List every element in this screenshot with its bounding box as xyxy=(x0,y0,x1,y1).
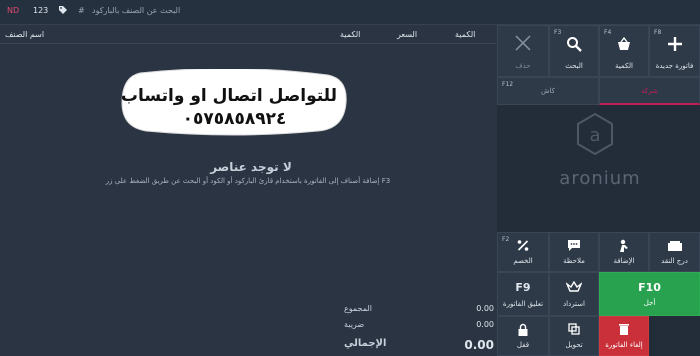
shortcut-key: F2 xyxy=(502,236,510,243)
tab-cash-label: كاش xyxy=(540,87,555,95)
search-button[interactable]: F3 البحث xyxy=(549,25,599,77)
search-icon xyxy=(567,37,582,52)
payment-label: أجل xyxy=(643,299,656,307)
svg-text:a: a xyxy=(589,125,600,146)
refund-label: استرداد xyxy=(563,300,585,308)
total-label: الإجمالي xyxy=(344,338,387,349)
shortcut-key: F8 xyxy=(654,29,662,36)
lock-label: قفل xyxy=(516,341,530,349)
comment-button[interactable]: ملاحظة xyxy=(549,232,599,272)
close-icon xyxy=(515,35,531,51)
top-bar: ND 123 # البحث عن الصنف بالباركود xyxy=(0,0,700,25)
tag-icon[interactable] xyxy=(58,5,68,15)
void-invoice-button[interactable]: إلغاء الفاتورة xyxy=(599,316,649,356)
column-price: السعر xyxy=(397,30,418,39)
contact-line: للتواصل اتصال او واتساب xyxy=(120,86,337,106)
new-invoice-label: فاتورة جديدة xyxy=(655,62,694,70)
cash-drawer-button[interactable]: درج النقد xyxy=(649,232,700,272)
column-quantity-2: الكمية xyxy=(455,30,476,39)
quantity-button[interactable]: F4 الكمية xyxy=(599,25,649,77)
comment-label: ملاحظة xyxy=(563,257,585,265)
trash-icon xyxy=(619,324,629,335)
comment-icon xyxy=(568,240,580,251)
cash-drawer-label: درج النقد xyxy=(661,257,688,265)
column-name: اسم الصنف xyxy=(5,30,45,39)
tax-value: 0.00 xyxy=(476,320,494,329)
subtotal-label: المجموع xyxy=(344,304,372,313)
totals-panel: المجموع 0.00 ضريبة 0.00 الإجمالي 0.00 xyxy=(330,300,496,356)
tab-company[interactable]: شركة xyxy=(599,77,700,105)
status-badge: ND xyxy=(7,6,20,15)
empty-title: لا توجد عناصر xyxy=(210,160,292,174)
hold-invoice-key: F9 xyxy=(515,281,531,294)
drawer-icon xyxy=(667,241,682,251)
logo-text: aronium xyxy=(559,168,641,189)
cart-header: اسم الصنف الكمية السعر الكمية xyxy=(0,25,496,44)
tab-company-label: شركة xyxy=(641,87,658,95)
basket-icon xyxy=(618,36,630,50)
payment-button[interactable]: F10 أجل xyxy=(599,272,700,316)
delete-label: حذف xyxy=(515,62,531,70)
percent-icon xyxy=(517,240,529,251)
lock-icon xyxy=(518,323,528,336)
item-count: 123 xyxy=(33,6,49,15)
hash-icon[interactable]: # xyxy=(78,6,85,15)
hold-invoice-button[interactable]: F9 تعليق الفاتورة xyxy=(497,272,549,316)
discount-label: الخصم xyxy=(513,257,533,265)
transfer-icon xyxy=(568,323,580,335)
transfer-button[interactable]: تحويل xyxy=(549,316,599,356)
person-icon xyxy=(620,239,628,252)
shortcut-key: F3 xyxy=(554,29,562,36)
refund-button[interactable]: استرداد xyxy=(549,272,599,316)
lock-button[interactable]: قفل xyxy=(497,316,549,356)
discount-button[interactable]: F2 الخصم xyxy=(497,232,549,272)
quantity-label: الكمية xyxy=(615,62,633,70)
column-quantity: الكمية xyxy=(340,30,361,39)
add-customer-button[interactable]: الإضافة xyxy=(599,232,649,272)
total-value: 0.00 xyxy=(464,338,494,352)
add-customer-label: الإضافة xyxy=(613,257,635,265)
contact-phone: ٠٥٧٥٨٥٨٩٢٤ xyxy=(182,109,287,129)
subtotal-value: 0.00 xyxy=(476,304,494,313)
hold-invoice-label: تعليق الفاتورة xyxy=(502,300,544,308)
crown-icon xyxy=(566,281,582,292)
transfer-label: تحويل xyxy=(565,341,583,349)
void-invoice-label: إلغاء الفاتورة xyxy=(605,341,643,349)
new-invoice-button[interactable]: F8 فاتورة جديدة xyxy=(649,25,700,77)
delete-button[interactable]: حذف xyxy=(497,25,549,77)
payment-key: F10 xyxy=(638,281,661,294)
search-input[interactable]: البحث عن الصنف بالباركود xyxy=(92,6,180,15)
tab-cash[interactable]: F12 كاش xyxy=(497,77,599,105)
empty-subtitle: F3 إضافة أصناف إلى الفاتورة باستخدام قار… xyxy=(105,177,391,185)
plus-icon xyxy=(667,37,682,51)
shortcut-key: F4 xyxy=(604,29,612,36)
tax-label: ضريبة xyxy=(344,320,365,329)
search-label: البحث xyxy=(565,62,583,70)
